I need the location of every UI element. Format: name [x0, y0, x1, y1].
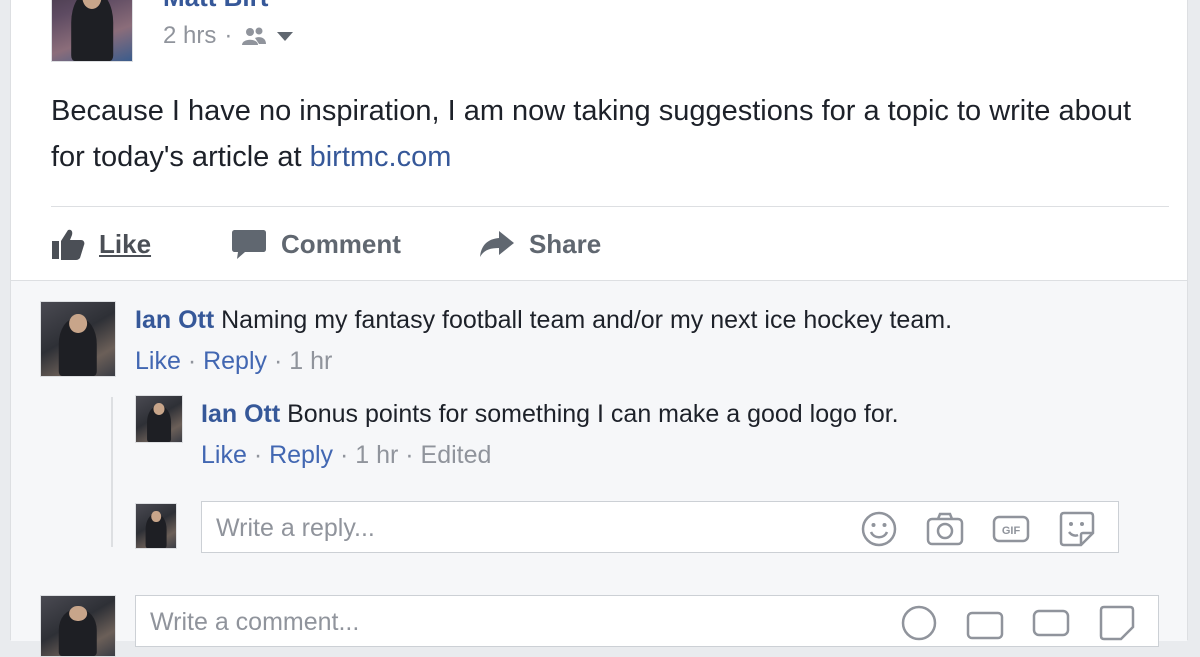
post-timestamp[interactable]: 2 hrs — [163, 22, 216, 50]
camera-icon[interactable] — [926, 510, 964, 548]
comment-reply-link[interactable]: Reply — [203, 347, 267, 375]
comment-meta: Like · Reply · 1 hr — [135, 347, 333, 375]
comment-timestamp[interactable]: 1 hr — [289, 347, 332, 375]
avatar-head — [153, 403, 165, 416]
post-link[interactable]: birtmc.com — [310, 141, 452, 173]
thumbs-up-icon — [52, 229, 85, 260]
share-label: Share — [528, 228, 602, 259]
comment-composer-icons — [900, 604, 1136, 642]
audience-dropdown-icon[interactable] — [276, 30, 294, 42]
comments-section: Ian Ott Naming my fantasy football team … — [11, 280, 1187, 657]
reply-avatar[interactable] — [135, 395, 183, 443]
emoji-icon[interactable] — [860, 510, 898, 548]
commenter-name[interactable]: Ian Ott — [135, 306, 214, 334]
reply-timestamp[interactable]: 1 hr — [355, 441, 398, 469]
comment-icon — [232, 230, 267, 259]
author-name[interactable]: Matt Birt — [163, 0, 268, 13]
actions-divider — [51, 206, 1169, 207]
comment-like-link[interactable]: Like — [135, 347, 181, 375]
like-label: Like — [99, 228, 152, 259]
edited-label[interactable]: Edited — [421, 441, 492, 469]
camera-icon[interactable] — [966, 604, 1004, 642]
reply-like-link[interactable]: Like — [201, 441, 247, 469]
like-button[interactable]: Like — [51, 227, 151, 261]
sticker-icon[interactable] — [1058, 510, 1096, 548]
post-card: Matt Birt 2 hrs · Because I have no insp… — [10, 0, 1188, 657]
meta-separator: · — [224, 22, 233, 49]
reply-reply-link[interactable]: Reply — [269, 441, 333, 469]
comment-label: Comment — [281, 228, 401, 259]
avatar-head — [69, 605, 87, 622]
reply-composer: GIF — [201, 501, 1119, 554]
post-text: Because I have no inspiration, I am now … — [51, 88, 1161, 180]
gif-icon[interactable]: GIF — [992, 510, 1030, 548]
sticker-icon[interactable] — [1098, 604, 1136, 642]
reply-input[interactable] — [214, 502, 818, 554]
post-body: Because I have no inspiration, I am now … — [51, 95, 1132, 173]
comment-body: Ian Ott Naming my fantasy football team … — [135, 303, 952, 337]
reply-composer-icons: GIF — [860, 510, 1096, 548]
post-actions: Like Comment Share — [51, 224, 679, 264]
reply-author-name[interactable]: Ian Ott — [201, 400, 280, 428]
share-icon — [479, 231, 514, 257]
comment-input[interactable] — [148, 596, 752, 648]
share-button[interactable]: Share — [479, 229, 601, 260]
gif-icon[interactable] — [1032, 604, 1070, 642]
reply-thread-line — [111, 397, 113, 547]
commenter-avatar[interactable] — [40, 301, 116, 377]
avatar-head — [151, 511, 161, 523]
comment-text: Naming my fantasy football team and/or m… — [221, 306, 953, 334]
comment-composer — [135, 595, 1159, 648]
avatar-figure — [71, 0, 113, 61]
current-user-avatar[interactable] — [135, 503, 177, 549]
emoji-icon[interactable] — [900, 604, 938, 642]
current-user-avatar-main[interactable] — [40, 595, 116, 657]
post-meta: 2 hrs · — [163, 22, 294, 50]
author-avatar[interactable] — [51, 0, 133, 62]
reply-meta: Like · Reply · 1 hr · Edited — [201, 441, 492, 469]
friends-icon[interactable] — [240, 26, 268, 46]
reply-body: Ian Ott Bonus points for something I can… — [201, 397, 899, 431]
avatar-head — [69, 313, 87, 334]
reply-text: Bonus points for something I can make a … — [287, 400, 899, 428]
svg-text:GIF: GIF — [1002, 525, 1021, 537]
comment-button[interactable]: Comment — [231, 227, 401, 261]
